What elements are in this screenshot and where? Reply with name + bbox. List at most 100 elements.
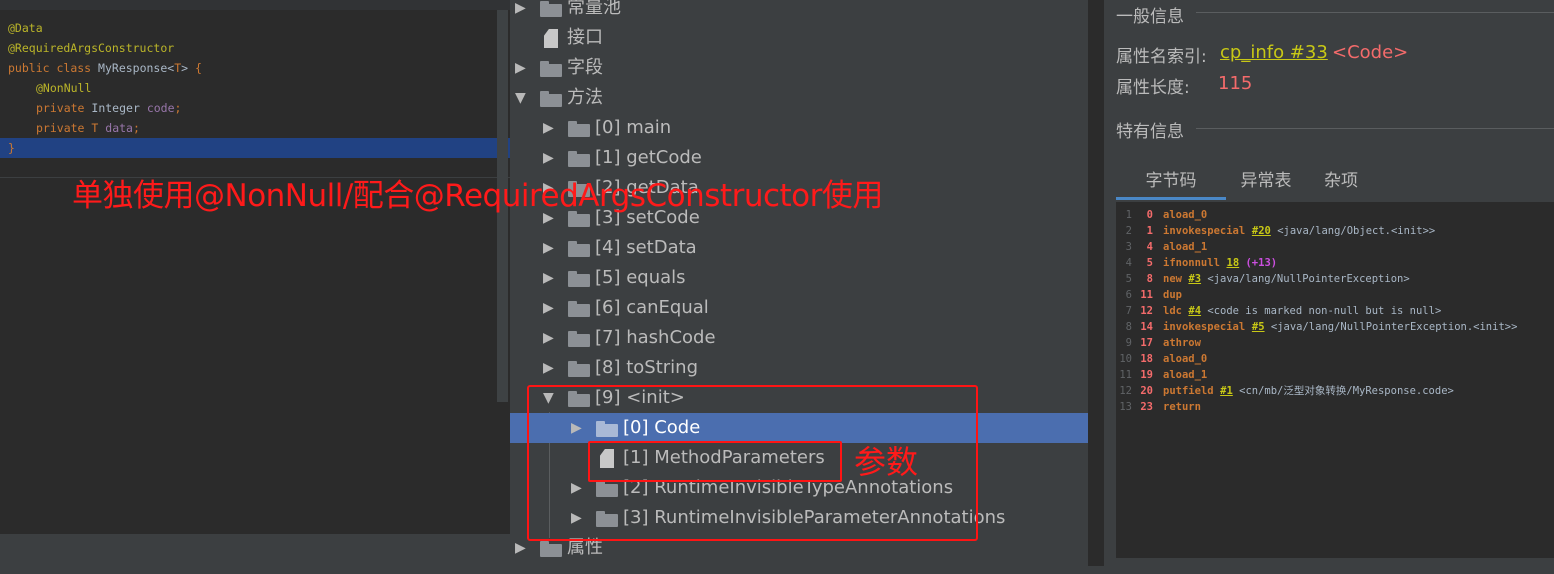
- operand-comment: <cn/mb/泛型对象转换/MyResponse.code>: [1239, 385, 1454, 397]
- tab-exception-table[interactable]: 异常表: [1226, 164, 1306, 200]
- semicolon: ;: [174, 101, 182, 115]
- opcode: aload_1: [1163, 241, 1208, 253]
- opcode: aload_1: [1163, 369, 1208, 381]
- opcode: athrow: [1163, 337, 1201, 349]
- annotation-data: @Data: [8, 21, 43, 35]
- opcode: invokespecial: [1163, 225, 1246, 237]
- tree-item-label: 字段: [567, 57, 603, 78]
- code-line[interactable]: @RequiredArgsConstructor: [0, 38, 510, 58]
- operand-comment: <code is marked non-null but is null>: [1207, 305, 1442, 317]
- field-type: T: [91, 121, 99, 135]
- folder-icon: [568, 361, 590, 377]
- general-info-title: 一般信息: [1116, 7, 1184, 27]
- bytecode-offset: 12: [1140, 305, 1153, 317]
- attribute-info-panel: 一般信息 属性名索引: cp_info #33 <Code> 属性长度: 115…: [1104, 0, 1554, 566]
- panel-divider[interactable]: [1088, 0, 1104, 566]
- generic-bracket: >: [181, 61, 189, 75]
- constant-pool-ref-link[interactable]: #5: [1252, 321, 1265, 333]
- brace: }: [8, 141, 15, 155]
- operand: #5 <java/lang/NullPointerException.<init…: [1252, 319, 1518, 335]
- opcode: invokespecial: [1163, 321, 1246, 333]
- expand-arrow-right-icon[interactable]: ▶: [543, 353, 557, 383]
- code-line[interactable]: public class MyResponse<T> {: [0, 58, 510, 78]
- opcode: new: [1163, 273, 1182, 285]
- folder-icon: [540, 91, 562, 107]
- operand: #3 <java/lang/NullPointerException>: [1188, 271, 1409, 287]
- line-number: 1: [1125, 209, 1132, 221]
- opcode: ldc: [1163, 305, 1182, 317]
- line-number: 7: [1125, 305, 1132, 317]
- constant-pool-ref-link[interactable]: #3: [1188, 273, 1201, 285]
- constant-pool-ref-link[interactable]: #1: [1220, 385, 1233, 397]
- code-area[interactable]: @Data @RequiredArgsConstructor public cl…: [0, 18, 510, 158]
- code-line[interactable]: private Integer code;: [0, 98, 510, 118]
- folder-icon: [540, 1, 562, 17]
- tree-item-method-getcode[interactable]: ▶ [1] getCode: [510, 143, 1088, 173]
- expand-arrow-down-icon[interactable]: ▼: [515, 83, 529, 113]
- operand-comment: <java/lang/Object.<init>>: [1277, 225, 1436, 237]
- info-tabs: 字节码 异常表 杂项: [1116, 164, 1554, 200]
- section-divider: [1196, 12, 1554, 13]
- class-name: MyResponse: [98, 61, 168, 75]
- tree-item-method-tostring[interactable]: ▶ [8] toString: [510, 353, 1088, 383]
- line-number: 5: [1125, 273, 1132, 285]
- keyword: class: [56, 61, 92, 75]
- expand-arrow-right-icon[interactable]: ▶: [515, 0, 529, 23]
- code-line-selected[interactable]: }: [0, 138, 510, 158]
- attr-name-index-label: 属性名索引:: [1116, 47, 1207, 67]
- tree-item-method-canequal[interactable]: ▶ [6] canEqual: [510, 293, 1088, 323]
- line-number: 2: [1125, 225, 1132, 237]
- expand-arrow-right-icon[interactable]: ▶: [515, 53, 529, 83]
- highlight-box-method-parameters: [588, 441, 842, 482]
- code-line[interactable]: @Data: [0, 18, 510, 38]
- line-number: 6: [1125, 289, 1132, 301]
- tree-item-constant-pool[interactable]: ▶ 常量池: [510, 0, 1088, 23]
- tree-item-fields[interactable]: ▶ 字段: [510, 53, 1088, 83]
- line-number: 9: [1125, 337, 1132, 349]
- folder-icon: [568, 271, 590, 287]
- tree-item-methods[interactable]: ▼ 方法: [510, 83, 1088, 113]
- code-editor[interactable]: @Data @RequiredArgsConstructor public cl…: [0, 0, 510, 534]
- folder-icon: [568, 331, 590, 347]
- line-number: 13: [1119, 401, 1132, 413]
- attr-name-index-link[interactable]: cp_info #33: [1220, 42, 1328, 63]
- opcode: putfield: [1163, 385, 1214, 397]
- expand-arrow-right-icon[interactable]: ▶: [543, 323, 557, 353]
- expand-arrow-right-icon[interactable]: ▶: [543, 113, 557, 143]
- expand-arrow-right-icon[interactable]: ▶: [543, 233, 557, 263]
- tree-item-method-setdata[interactable]: ▶ [4] setData: [510, 233, 1088, 263]
- tree-item-label: [7] hashCode: [595, 327, 716, 348]
- specific-info-title: 特有信息: [1116, 122, 1184, 142]
- field-name: data: [105, 121, 133, 135]
- folder-icon: [540, 541, 562, 557]
- tab-bytecode[interactable]: 字节码: [1116, 164, 1226, 200]
- bytecode-offset: 8: [1146, 273, 1153, 285]
- semicolon: ;: [132, 121, 140, 135]
- line-number: 4: [1125, 257, 1132, 269]
- line-number: 8: [1125, 321, 1132, 333]
- operand: #1 <cn/mb/泛型对象转换/MyResponse.code>: [1220, 383, 1454, 399]
- bytecode-offset: 20: [1140, 385, 1153, 397]
- editor-header-bar: [0, 0, 510, 10]
- expand-arrow-right-icon[interactable]: ▶: [543, 263, 557, 293]
- constant-pool-ref-link[interactable]: #20: [1252, 225, 1271, 237]
- annotation-nonnull: @NonNull: [36, 81, 92, 95]
- bytecode-offset: 23: [1140, 401, 1153, 413]
- code-line[interactable]: private T data;: [0, 118, 510, 138]
- line-number: 10: [1119, 353, 1132, 365]
- bytecode-offset: 11: [1140, 289, 1153, 301]
- bytecode-offset: 4: [1146, 241, 1153, 253]
- tree-item-interfaces[interactable]: 接口: [510, 23, 1088, 53]
- constant-pool-ref-link[interactable]: 18: [1227, 257, 1240, 269]
- code-line[interactable]: @NonNull: [0, 78, 510, 98]
- bytecode-offset: 19: [1140, 369, 1153, 381]
- bytecode-view[interactable]: 1 0 aload_0 2 1 invokespecial #20 <java/lang/O…: [1116, 202, 1554, 558]
- tree-item-method-hashcode[interactable]: ▶ [7] hashCode: [510, 323, 1088, 353]
- constant-pool-ref-link[interactable]: #4: [1188, 305, 1201, 317]
- tree-item-method-main[interactable]: ▶ [0] main: [510, 113, 1088, 143]
- expand-arrow-right-icon[interactable]: ▶: [543, 293, 557, 323]
- tree-item-method-equals[interactable]: ▶ [5] equals: [510, 263, 1088, 293]
- relative-offset: (+13): [1245, 257, 1278, 269]
- tab-misc[interactable]: 杂项: [1306, 164, 1376, 200]
- expand-arrow-right-icon[interactable]: ▶: [543, 143, 557, 173]
